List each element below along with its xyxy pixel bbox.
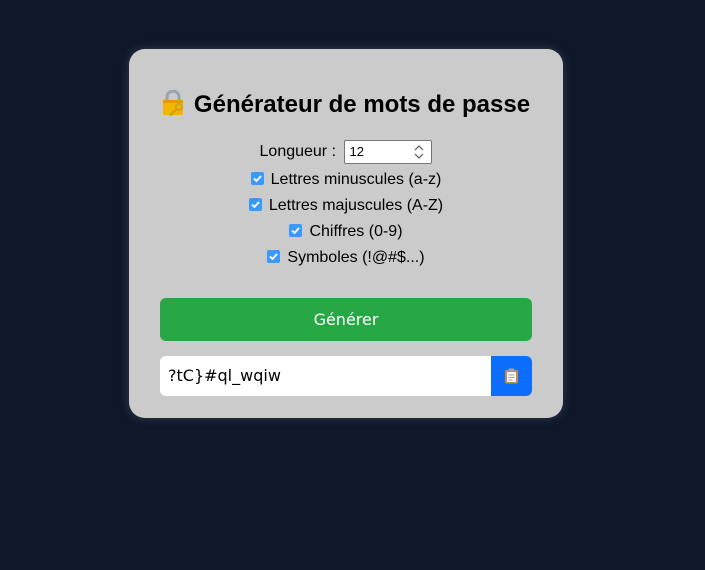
symbols-checkbox[interactable] <box>267 250 281 263</box>
lock-with-key-icon <box>162 89 186 118</box>
uppercase-label: Lettres majuscules (A-Z) <box>268 197 444 214</box>
stepper-arrows-icon[interactable] <box>413 144 425 160</box>
digits-checkbox[interactable] <box>289 224 303 237</box>
lowercase-label: Lettres minuscules (a-z) <box>270 171 442 188</box>
option-digits[interactable]: Chiffres (0-9) <box>129 222 563 242</box>
output-group: ?tC}#ql_wqiw <box>160 356 532 396</box>
length-input[interactable]: 12 <box>344 140 433 164</box>
length-row: Longueur : 12 <box>129 140 563 164</box>
check-icon <box>253 175 262 183</box>
uppercase-checkbox[interactable] <box>248 198 262 211</box>
option-uppercase[interactable]: Lettres majuscules (A-Z) <box>129 196 563 216</box>
check-icon <box>269 253 279 261</box>
check-icon <box>251 201 260 209</box>
title-text: Générateur de mots de passe <box>193 91 531 118</box>
digits-label: Chiffres (0-9) <box>309 223 403 240</box>
option-lowercase[interactable]: Lettres minuscules (a-z) <box>129 170 563 190</box>
length-label: Longueur : <box>259 143 337 160</box>
generator-card: Générateur de mots de passe Longueur : 1… <box>129 49 563 418</box>
clipboard-icon <box>505 368 518 384</box>
option-symbols[interactable]: Symboles (!@#$...) <box>129 248 563 268</box>
copy-button[interactable] <box>491 356 532 396</box>
length-value: 12 <box>349 144 364 159</box>
check-icon <box>291 227 301 235</box>
password-output[interactable]: ?tC}#ql_wqiw <box>160 356 491 396</box>
generate-button[interactable]: Générer <box>160 298 532 341</box>
symbols-label: Symboles (!@#$...) <box>287 249 425 266</box>
page-title: Générateur de mots de passe <box>129 89 563 121</box>
lowercase-checkbox[interactable] <box>250 172 264 185</box>
